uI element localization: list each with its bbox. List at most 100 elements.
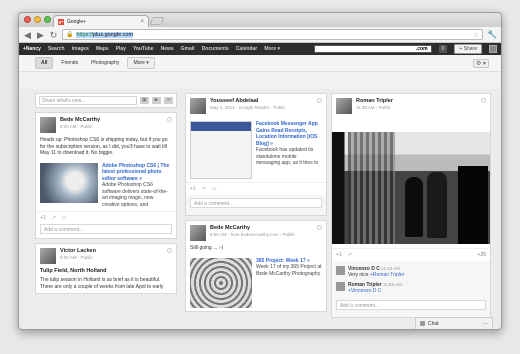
attachment-link[interactable]: Adobe Photoshop CS6 | The latest profess… [102,163,172,183]
chat-bar[interactable]: Chat — [415,317,493,329]
photo-icon[interactable]: ▣ [140,97,149,104]
post-actions: +1 ↗ ▭ [186,182,326,195]
mention-link[interactable]: +Roman Tripler [370,272,404,278]
wrench-menu-icon[interactable]: 🔧 [487,30,497,39]
minimize-window-button[interactable] [34,16,41,23]
attachment-thumbnail[interactable] [190,121,252,179]
gbar-item-calendar[interactable]: Calendar [236,46,257,52]
chat-menu-icon[interactable]: — [483,321,488,327]
post-card: Bede McCarthy 8:00 AM - from bedemccarth… [185,220,327,312]
post-menu-icon[interactable] [481,98,486,103]
post-menu-icon[interactable] [167,248,172,254]
gbar-item-profile[interactable]: +Nancy [23,46,41,52]
avatar[interactable] [190,225,206,241]
share-box: Share what's new... ▣ ▶ ∞ [35,93,177,108]
gbar-item-play[interactable]: Play [116,46,126,52]
address-bar[interactable]: 🔒 https://plus.google.com ☆ [62,29,484,40]
gbar-item-news[interactable]: News [161,46,174,52]
filter-more[interactable]: More ▾ [127,57,155,69]
share-post-icon[interactable]: ↗ [52,215,56,221]
avatar[interactable] [489,45,497,53]
video-icon[interactable]: ▶ [152,97,161,104]
post-author[interactable]: Bede McCarthy [210,225,295,231]
gbar-item-documents[interactable]: Documents [202,46,229,52]
comment-input[interactable]: Add a comment... [40,224,172,235]
attachment-thumbnail[interactable] [40,162,98,203]
forward-button[interactable]: ▶ [36,29,45,41]
post-author[interactable]: Bede McCarthy [60,117,100,123]
post-menu-icon[interactable] [167,117,172,122]
avatar[interactable] [336,266,345,275]
new-tab-button[interactable] [149,17,165,25]
avatar[interactable] [336,98,352,114]
post-photo[interactable] [332,132,490,244]
avatar[interactable] [40,248,56,265]
share-input[interactable]: Share what's new... [39,96,137,105]
filter-photography[interactable]: Photography [86,58,124,68]
google-plus-favicon-icon: g+ [58,18,64,25]
hangout-icon[interactable]: ▭ [62,215,67,221]
comment-input[interactable]: Add a comment... [190,198,322,208]
window-controls [24,16,51,23]
share-post-icon[interactable]: ↗ [348,252,352,258]
gbar-item-search[interactable]: Search [48,46,65,52]
hangout-icon[interactable]: ▭ [212,186,217,192]
share-button[interactable]: + Share [454,44,482,54]
share-post-icon[interactable]: ↗ [202,186,206,192]
avatar[interactable] [40,117,56,133]
post-text: The tulip season in Holland is as brief … [40,277,164,290]
browser-toolbar: ◀ ▶ ↻ 🔒 https://plus.google.com ☆ 🔧 [19,27,501,43]
post-card: Yousseef Abdelaal May 3, 2012 - Google R… [185,93,327,216]
chat-label: Chat [428,320,439,327]
gear-icon[interactable]: ⚙ ▾ [473,59,489,68]
post-meta: 8:00 AM - from bedemccarthy.com - Public [210,232,295,237]
gbar-item-gmail[interactable]: Gmail [181,46,195,52]
plus-count-badge: +26 [477,252,486,258]
notification-count-badge[interactable]: 0 [438,45,448,53]
filter-all[interactable]: All [35,57,54,69]
comment-input[interactable]: Add a comment... [336,300,486,310]
post-author[interactable]: Roman Tripler [356,98,393,104]
tab-close-icon[interactable]: × [140,19,144,25]
stream-column-3: Roman Tripler 11:39 AM - Public +1 ↗ +26 [331,93,491,322]
plus-one-button[interactable]: +1 [190,186,196,192]
attachment-link[interactable]: Facebook Messenger App Gains Read Receip… [256,121,322,147]
zoom-window-button[interactable] [44,16,51,23]
browser-window: g+ Google+ × ◀ ▶ ↻ 🔒 https://plus.google… [18,12,502,330]
browser-tab[interactable]: g+ Google+ × [53,15,149,27]
post-card: Victor Lacken 8:00 AM - Public Tulip Fie… [35,243,177,295]
comments-section: Vincenzo D C 11:43 AM Very nice +Roman T… [332,261,490,317]
attachment-description: Week 17 of my 365 Project at Bede McCart… [256,264,322,277]
back-button[interactable]: ◀ [23,29,32,41]
post-actions: +1 ↗ +26 [332,248,490,261]
avatar[interactable] [190,98,206,114]
stream-column-1: Share what's new... ▣ ▶ ∞ Bede McCarthy … [35,93,177,298]
post-card: Roman Tripler 11:39 AM - Public +1 ↗ +26 [331,93,491,318]
attachment-thumbnail[interactable] [190,257,252,308]
link-attachment: Facebook Messenger App Gains Read Receip… [186,118,326,182]
link-icon[interactable]: ∞ [164,97,173,104]
post-author[interactable]: Victor Lacken [60,248,96,254]
post-meta: 8:00 AM - Public [60,124,93,129]
close-window-button[interactable] [24,16,31,23]
comment-time: 11:56 AM [383,282,402,287]
post-author[interactable]: Yousseef Abdelaal [210,98,286,104]
plus-one-button[interactable]: +1 [336,252,342,258]
gbar-item-images[interactable]: Images [72,46,89,52]
mention-link[interactable]: +Vincenzo D C [348,288,381,294]
attachment-description: Adobe Photoshop CS6 software delivers st… [102,182,168,208]
post-menu-icon[interactable] [317,98,322,103]
post-title: Tulip Field, North Holland [40,268,107,275]
gbar-search-input[interactable]: .com [313,45,432,53]
bookmark-star-icon[interactable]: ☆ [473,31,479,39]
plus-one-button[interactable]: +1 [40,215,46,221]
filter-friends[interactable]: Friends [56,58,83,68]
gbar-item-youtube[interactable]: YouTube [133,46,154,52]
post-menu-icon[interactable] [317,225,322,230]
gbar-item-more[interactable]: More ▾ [264,46,280,52]
url-text[interactable]: https://plus.google.com [76,31,469,38]
reload-button[interactable]: ↻ [49,29,58,41]
avatar[interactable] [336,282,345,291]
gbar-item-maps[interactable]: Maps [96,46,109,52]
post-text: Heads up: Photoshop CS6 is shipping toda… [40,137,168,157]
